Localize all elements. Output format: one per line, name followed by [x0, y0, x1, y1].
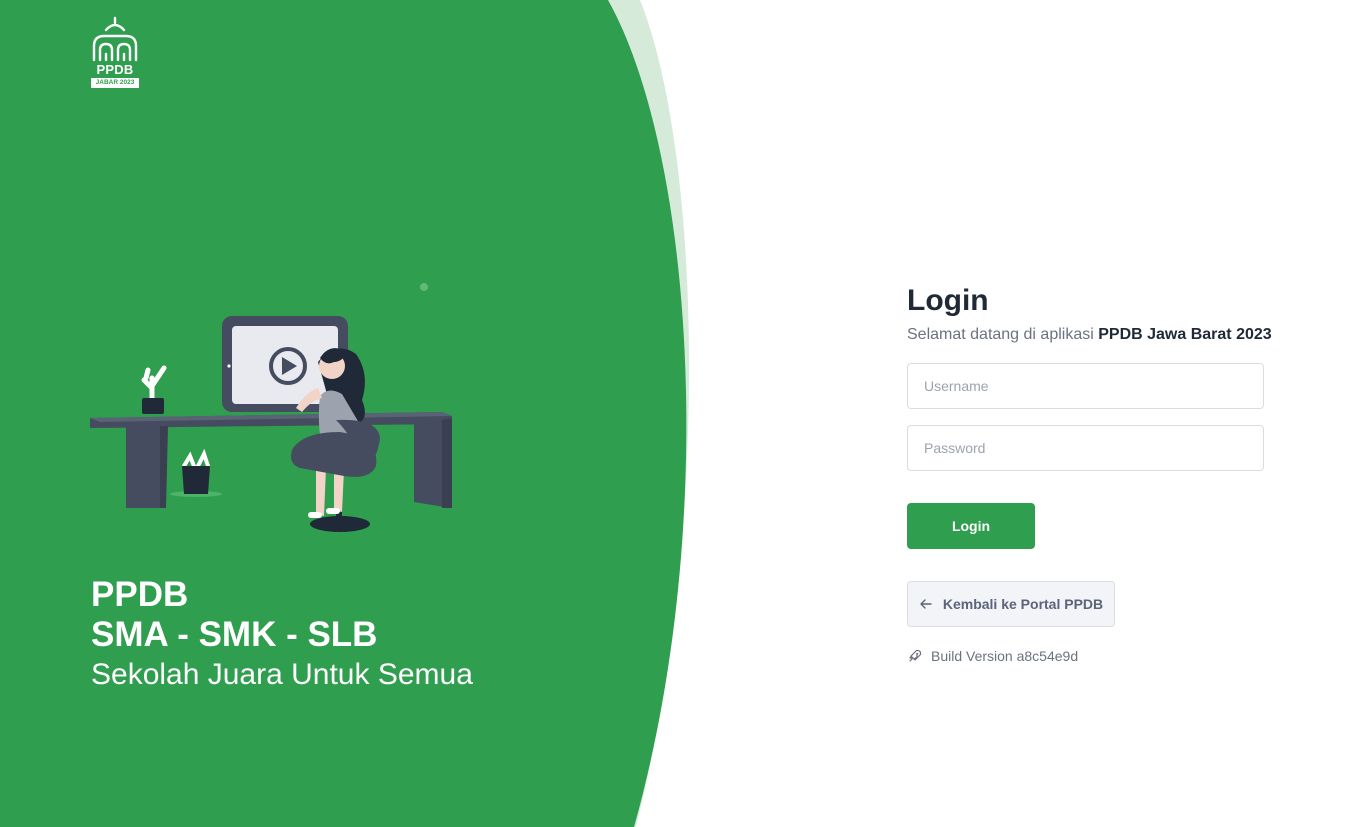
- floor-plant: [170, 448, 222, 497]
- back-to-portal-button[interactable]: Kembali ke Portal PPDB: [907, 581, 1115, 627]
- build-version: Build Version a8c54e9d: [907, 648, 1078, 664]
- login-button[interactable]: Login: [907, 503, 1035, 549]
- desk-illustration: [90, 316, 452, 532]
- logo-text: PPDB: [96, 62, 134, 77]
- login-form: Login Selamat datang di aplikasi PPDB Ja…: [907, 282, 1272, 664]
- logo-subtext: JABAR 2023: [91, 78, 139, 88]
- cactus-plant: [141, 365, 167, 414]
- welcome-text: Selamat datang di aplikasi PPDB Jawa Bar…: [907, 326, 1272, 344]
- hero-tagline: Sekolah Juara Untuk Semua: [91, 658, 473, 691]
- username-input[interactable]: [907, 363, 1264, 409]
- hero-title: PPDB: [91, 575, 189, 614]
- welcome-app-name: PPDB Jawa Barat 2023: [1098, 326, 1272, 343]
- welcome-prefix: Selamat datang di aplikasi: [907, 326, 1099, 343]
- build-version-text: Build Version a8c54e9d: [931, 648, 1079, 664]
- password-input[interactable]: [907, 425, 1264, 471]
- ppdb-logo: PPDB JABAR 2023: [88, 16, 142, 90]
- login-title: Login: [907, 284, 989, 317]
- hero-text: PPDB SMA - SMK - SLB Sekolah Juara Untuk…: [91, 575, 473, 695]
- login-page: PPDB JABAR 2023 PPDB SMA - SMK - SLB Sek…: [0, 0, 1357, 827]
- arrow-left-icon: [920, 599, 932, 609]
- rocket-icon: [909, 649, 922, 662]
- desk: [90, 412, 452, 508]
- hero-school-types: SMA - SMK - SLB: [91, 615, 378, 654]
- back-button-label: Kembali ke Portal PPDB: [942, 596, 1104, 612]
